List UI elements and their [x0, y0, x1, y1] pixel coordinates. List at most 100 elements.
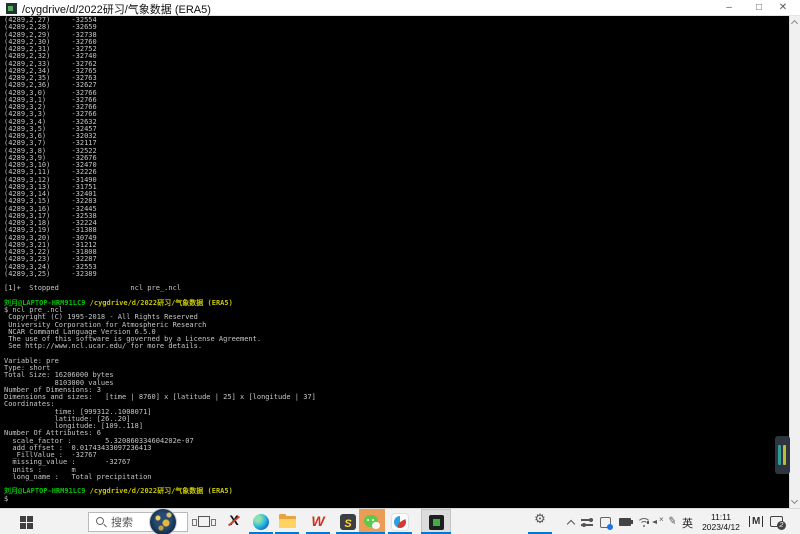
terminal-line: (4289,3,12) -31490 [4, 177, 789, 184]
wechat-icon [364, 515, 378, 527]
terminal-line: (4289,3,15) -32283 [4, 198, 789, 205]
taskbar-item-settings[interactable]: ⚙ [528, 509, 552, 534]
terminal-line: (4289,3,18) -32224 [4, 220, 789, 227]
task-view-icon [198, 516, 210, 527]
s-app-letter: S [344, 518, 351, 530]
tray-mixer-icon[interactable] [581, 518, 593, 527]
terminal-line: (4289,3,3) -32766 [4, 111, 789, 118]
terminal-line: (4289,2,32) -32740 [4, 53, 789, 60]
terminal-line: (4289,3,14) -32401 [4, 191, 789, 198]
netdisk-icon [392, 514, 408, 530]
windows-logo-icon [20, 516, 33, 529]
terminal-scrollbar[interactable] [789, 16, 800, 508]
terminal-line: (4289,3,4) -32632 [4, 119, 789, 126]
notification-badge: 2 [777, 521, 786, 530]
terminal-line: (4289,3,8) -32522 [4, 148, 789, 155]
edge-browser-icon [253, 514, 269, 530]
search-placeholder: 搜索 [111, 515, 133, 531]
terminal-line: (4289,2,31) -32752 [4, 46, 789, 53]
terminal-line [4, 351, 789, 358]
terminal-line: (4289,2,30) -32760 [4, 39, 789, 46]
terminal-line: See http://www.ncl.ucar.edu/ for more de… [4, 343, 789, 350]
terminal-line: (4289,3,0) -32766 [4, 90, 789, 97]
terminal-icon [429, 515, 444, 530]
gear-icon: ⚙ [528, 512, 552, 527]
taskbar-item-explorer[interactable] [275, 509, 299, 534]
terminal-line: (4289,3,24) -32553 [4, 264, 789, 271]
terminal-line: long_name : Total precipitation [4, 474, 789, 481]
clock-time: 11:11 [698, 512, 744, 522]
terminal-line: (4289,3,2) -32766 [4, 104, 789, 111]
terminal-line: (4289,2,33) -32762 [4, 61, 789, 68]
terminal-line: (4289,3,1) -32766 [4, 97, 789, 104]
scroll-down-icon[interactable] [791, 497, 798, 504]
terminal-line: 刘月@LAPTOP-HRM91LC9 /cygdrive/d/2022研习/气象… [4, 488, 789, 495]
wps-office-icon: W [306, 513, 330, 529]
taskbar-item-edge[interactable] [249, 509, 273, 534]
taskbar-item-wechat[interactable] [359, 509, 385, 534]
terminal-line: (4289,3,23) -32287 [4, 256, 789, 263]
m-dock-icon[interactable]: M [749, 516, 763, 527]
notification-center-icon[interactable]: 2 [770, 516, 783, 527]
terminal-line: add_offset : 0.01743433097236413 [4, 445, 789, 452]
terminal-line: $ [4, 496, 789, 503]
terminal-line: Type: short [4, 365, 789, 372]
terminal-line: (4289,3,17) -32538 [4, 213, 789, 220]
s-app-icon: S [340, 514, 356, 530]
task-view-button[interactable] [192, 509, 216, 534]
search-highlight-icon[interactable] [150, 509, 176, 534]
taskbar-item-netdisk[interactable] [388, 509, 412, 534]
maximize-button[interactable]: □ [750, 0, 768, 15]
terminal-line: Total Size: 16206000 bytes [4, 372, 789, 379]
terminal-line: longitude: [109..118] [4, 423, 789, 430]
terminal-output[interactable]: (4289,2,27) -32554(4289,2,28) -32659 (428… [0, 16, 789, 508]
window-title: /cygdrive/d/2022研习/气象数据 (ERA5) [22, 1, 211, 17]
terminal-line: (4289,2,27) -32554 [4, 17, 789, 24]
taskbar-clock[interactable]: 11:11 2023/4/12 [698, 512, 744, 532]
floating-widget[interactable] [775, 436, 790, 474]
widget-gold-bar [783, 445, 786, 465]
widget-teal-bar [778, 445, 781, 465]
terminal-line: (4289,3,11) -32226 [4, 169, 789, 176]
terminal-line: (4289,3,25) -32389 [4, 271, 789, 278]
terminal-line: (4289,2,34) -32765 [4, 68, 789, 75]
terminal-line: (4289,3,19) -31388 [4, 227, 789, 234]
terminal-line: (4289,3,20) -30749 [4, 235, 789, 242]
scroll-up-icon[interactable] [791, 20, 798, 27]
taskbar-item-terminal-active[interactable] [421, 509, 451, 534]
taskbar-item-s-app[interactable]: S [336, 509, 360, 534]
terminal-line: (4289,3,7) -32117 [4, 140, 789, 147]
xming-icon: X [222, 512, 246, 528]
terminal-line: Variable: pre [4, 358, 789, 365]
terminal-line: [1]+ Stopped ncl pre_.ncl [4, 285, 789, 292]
battery-icon[interactable] [619, 518, 631, 526]
titlebar[interactable]: /cygdrive/d/2022研习/气象数据 (ERA5) – □ ✕ [0, 0, 800, 16]
terminal-line: missing_value : -32767 [4, 459, 789, 466]
terminal-line: (4289,2,35) -32763 [4, 75, 789, 82]
terminal-line: (4289,3,10) -32470 [4, 162, 789, 169]
taskbar-item-wps[interactable]: W [306, 509, 330, 534]
desktop-screen: /cygdrive/d/2022研习/气象数据 (ERA5) – □ ✕ (42… [0, 0, 800, 534]
taskbar: 搜索 X W S ⚙ [0, 508, 800, 534]
tray-expand-icon[interactable] [567, 520, 575, 528]
terminal-line: (4289,3,22) -31808 [4, 249, 789, 256]
terminal-line: (4289,3,21) -31212 [4, 242, 789, 249]
terminal-line: 8103000 values [4, 380, 789, 387]
terminal-line: Dimensions and sizes: [time | 8760] x [l… [4, 394, 789, 401]
taskbar-item-xming[interactable]: X [222, 509, 246, 534]
volume-muted-icon[interactable]: × [652, 518, 666, 527]
pen-tray-icon[interactable]: ✎ [667, 515, 677, 527]
ime-language-indicator[interactable]: 英 [682, 515, 696, 531]
close-button[interactable]: ✕ [774, 0, 792, 15]
terminal-line: (4289,2,28) -32659 [4, 24, 789, 31]
terminal-lines: (4289,2,27) -32554(4289,2,28) -32659 (428… [4, 17, 789, 503]
terminal-line: (4289,3,9) -32676 [4, 155, 789, 162]
terminal-line: (4289,3,6) -32032 [4, 133, 789, 140]
clock-date: 2023/4/12 [698, 522, 744, 532]
mintty-app-icon [6, 3, 17, 14]
tray-app-icon[interactable] [600, 517, 611, 528]
minimize-button[interactable]: – [720, 0, 738, 15]
start-button[interactable] [6, 509, 38, 534]
terminal-line: (4289,2,36) -32627 [4, 82, 789, 89]
terminal-line: (4289,3,13) -31751 [4, 184, 789, 191]
